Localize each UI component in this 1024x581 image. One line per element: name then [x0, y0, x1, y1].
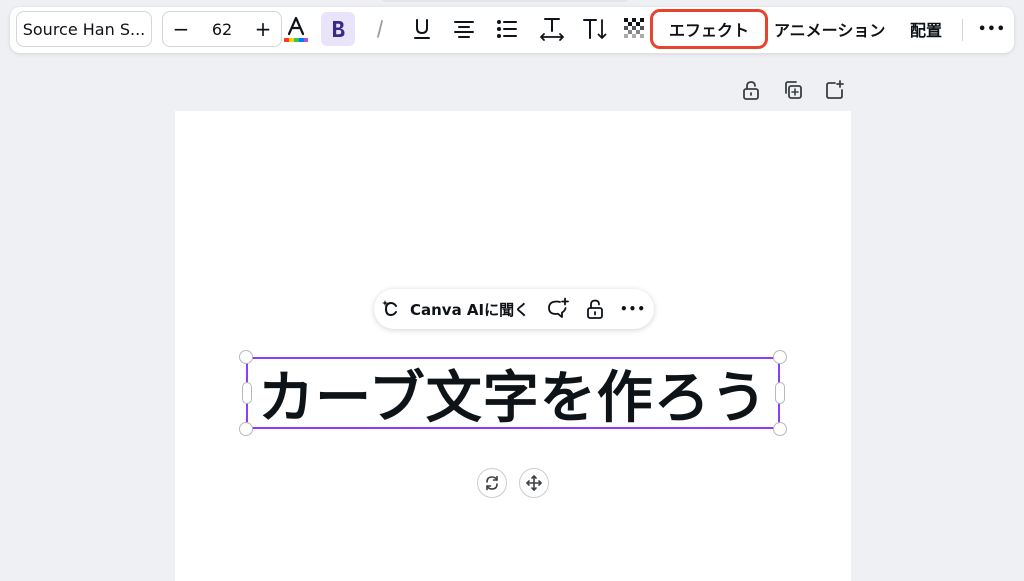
list-button[interactable]: [490, 12, 524, 46]
increase-size-button[interactable]: +: [253, 19, 273, 39]
lock-page-button[interactable]: [739, 78, 763, 102]
underline-icon: [414, 19, 430, 39]
comment-button[interactable]: [546, 297, 570, 321]
text-color-icon: [284, 16, 308, 42]
element-more-label: •••: [620, 302, 647, 316]
element-more-button[interactable]: •••: [620, 297, 646, 321]
move-icon: [526, 475, 542, 491]
rotate-button[interactable]: [477, 468, 507, 498]
resize-handle-bottom-right[interactable]: [773, 422, 787, 436]
transparency-icon: [624, 18, 644, 38]
animation-label: アニメーション: [774, 21, 886, 40]
canva-ai-label: Canva AIに聞く: [410, 300, 530, 319]
unlock-icon: [743, 81, 759, 100]
canva-ai-button[interactable]: [380, 297, 404, 321]
toolbar-divider: [962, 19, 963, 41]
position-button[interactable]: 配置: [910, 11, 942, 47]
text-color-button[interactable]: [279, 12, 313, 46]
align-center-icon: [454, 21, 474, 38]
more-options-label: •••: [978, 21, 1006, 37]
effects-button[interactable]: エフェクト: [650, 9, 768, 49]
add-page-button[interactable]: [823, 78, 847, 102]
more-options-button[interactable]: •••: [978, 11, 1006, 47]
add-page-icon: [826, 80, 844, 99]
duplicate-page-button[interactable]: [781, 78, 805, 102]
text-direction-button[interactable]: [578, 12, 612, 46]
resize-handle-left[interactable]: [242, 382, 252, 404]
resize-handle-bottom-left[interactable]: [239, 422, 253, 436]
comment-add-icon: [548, 297, 569, 318]
font-family-label: Source Han S...: [22, 19, 146, 39]
resize-handle-top-left[interactable]: [239, 350, 253, 364]
italic-button[interactable]: [363, 12, 397, 46]
bold-icon: [333, 21, 345, 37]
letter-spacing-icon: [540, 18, 564, 41]
italic-icon: [377, 20, 383, 38]
transparency-button[interactable]: [618, 12, 652, 46]
unlock-icon: [587, 299, 603, 319]
element-toolbar: Canva AIに聞く •••: [374, 289, 654, 329]
canva-ai-label-button[interactable]: Canva AIに聞く: [410, 289, 529, 329]
duplicate-icon: [785, 81, 802, 99]
align-button[interactable]: [447, 12, 481, 46]
font-family-dropdown[interactable]: Source Han S...: [16, 11, 152, 47]
lock-element-button[interactable]: [583, 297, 607, 321]
canva-ai-icon: [382, 300, 397, 317]
vertical-text-icon: [583, 19, 607, 39]
design-page[interactable]: [175, 111, 851, 581]
font-size-value[interactable]: 62: [212, 20, 232, 39]
effects-label: エフェクト: [668, 21, 749, 40]
underline-button[interactable]: [405, 12, 439, 46]
top-bar-edge: [380, 0, 630, 2]
bold-button[interactable]: [321, 12, 355, 46]
letter-spacing-button[interactable]: [535, 12, 569, 46]
decrease-size-button[interactable]: −: [171, 19, 191, 39]
text-toolbar: Source Han S... − 62 + エフェクト アニメーション 配置 …: [10, 7, 1014, 53]
animation-button[interactable]: アニメーション: [774, 11, 885, 47]
resize-handle-right[interactable]: [775, 382, 785, 404]
rotate-icon: [486, 475, 498, 491]
resize-handle-top-right[interactable]: [773, 350, 787, 364]
position-label: 配置: [910, 21, 943, 40]
selection-box: [246, 357, 780, 429]
bullet-list-icon: [497, 20, 517, 38]
move-button[interactable]: [519, 468, 549, 498]
font-size-stepper: − 62 +: [162, 11, 282, 47]
